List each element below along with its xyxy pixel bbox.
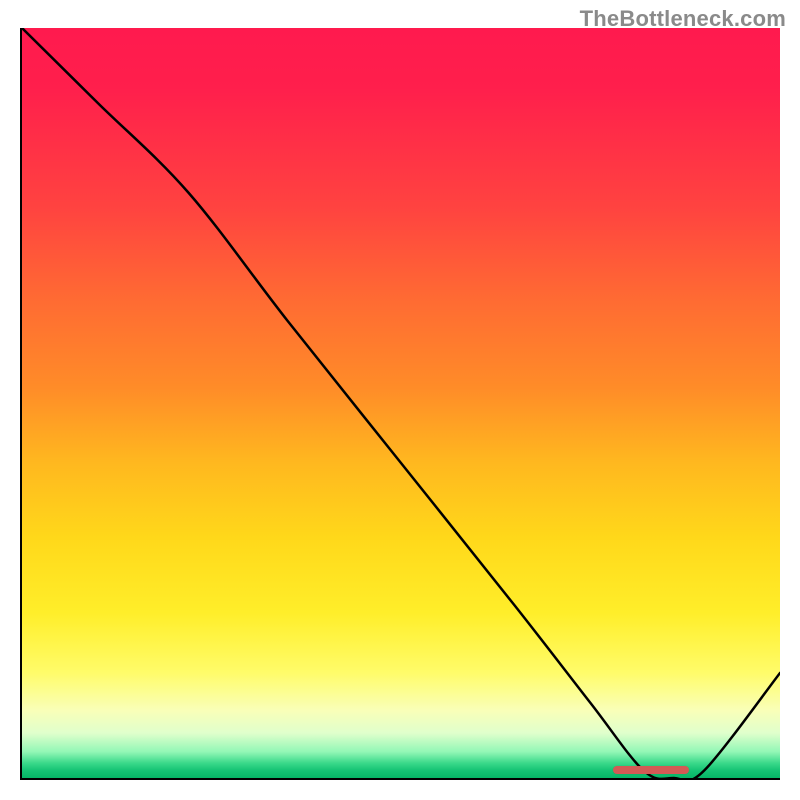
axes-frame [20,28,780,780]
watermark-text: TheBottleneck.com [580,6,786,32]
chart-root: { "watermark": "TheBottleneck.com", "cha… [0,0,800,800]
